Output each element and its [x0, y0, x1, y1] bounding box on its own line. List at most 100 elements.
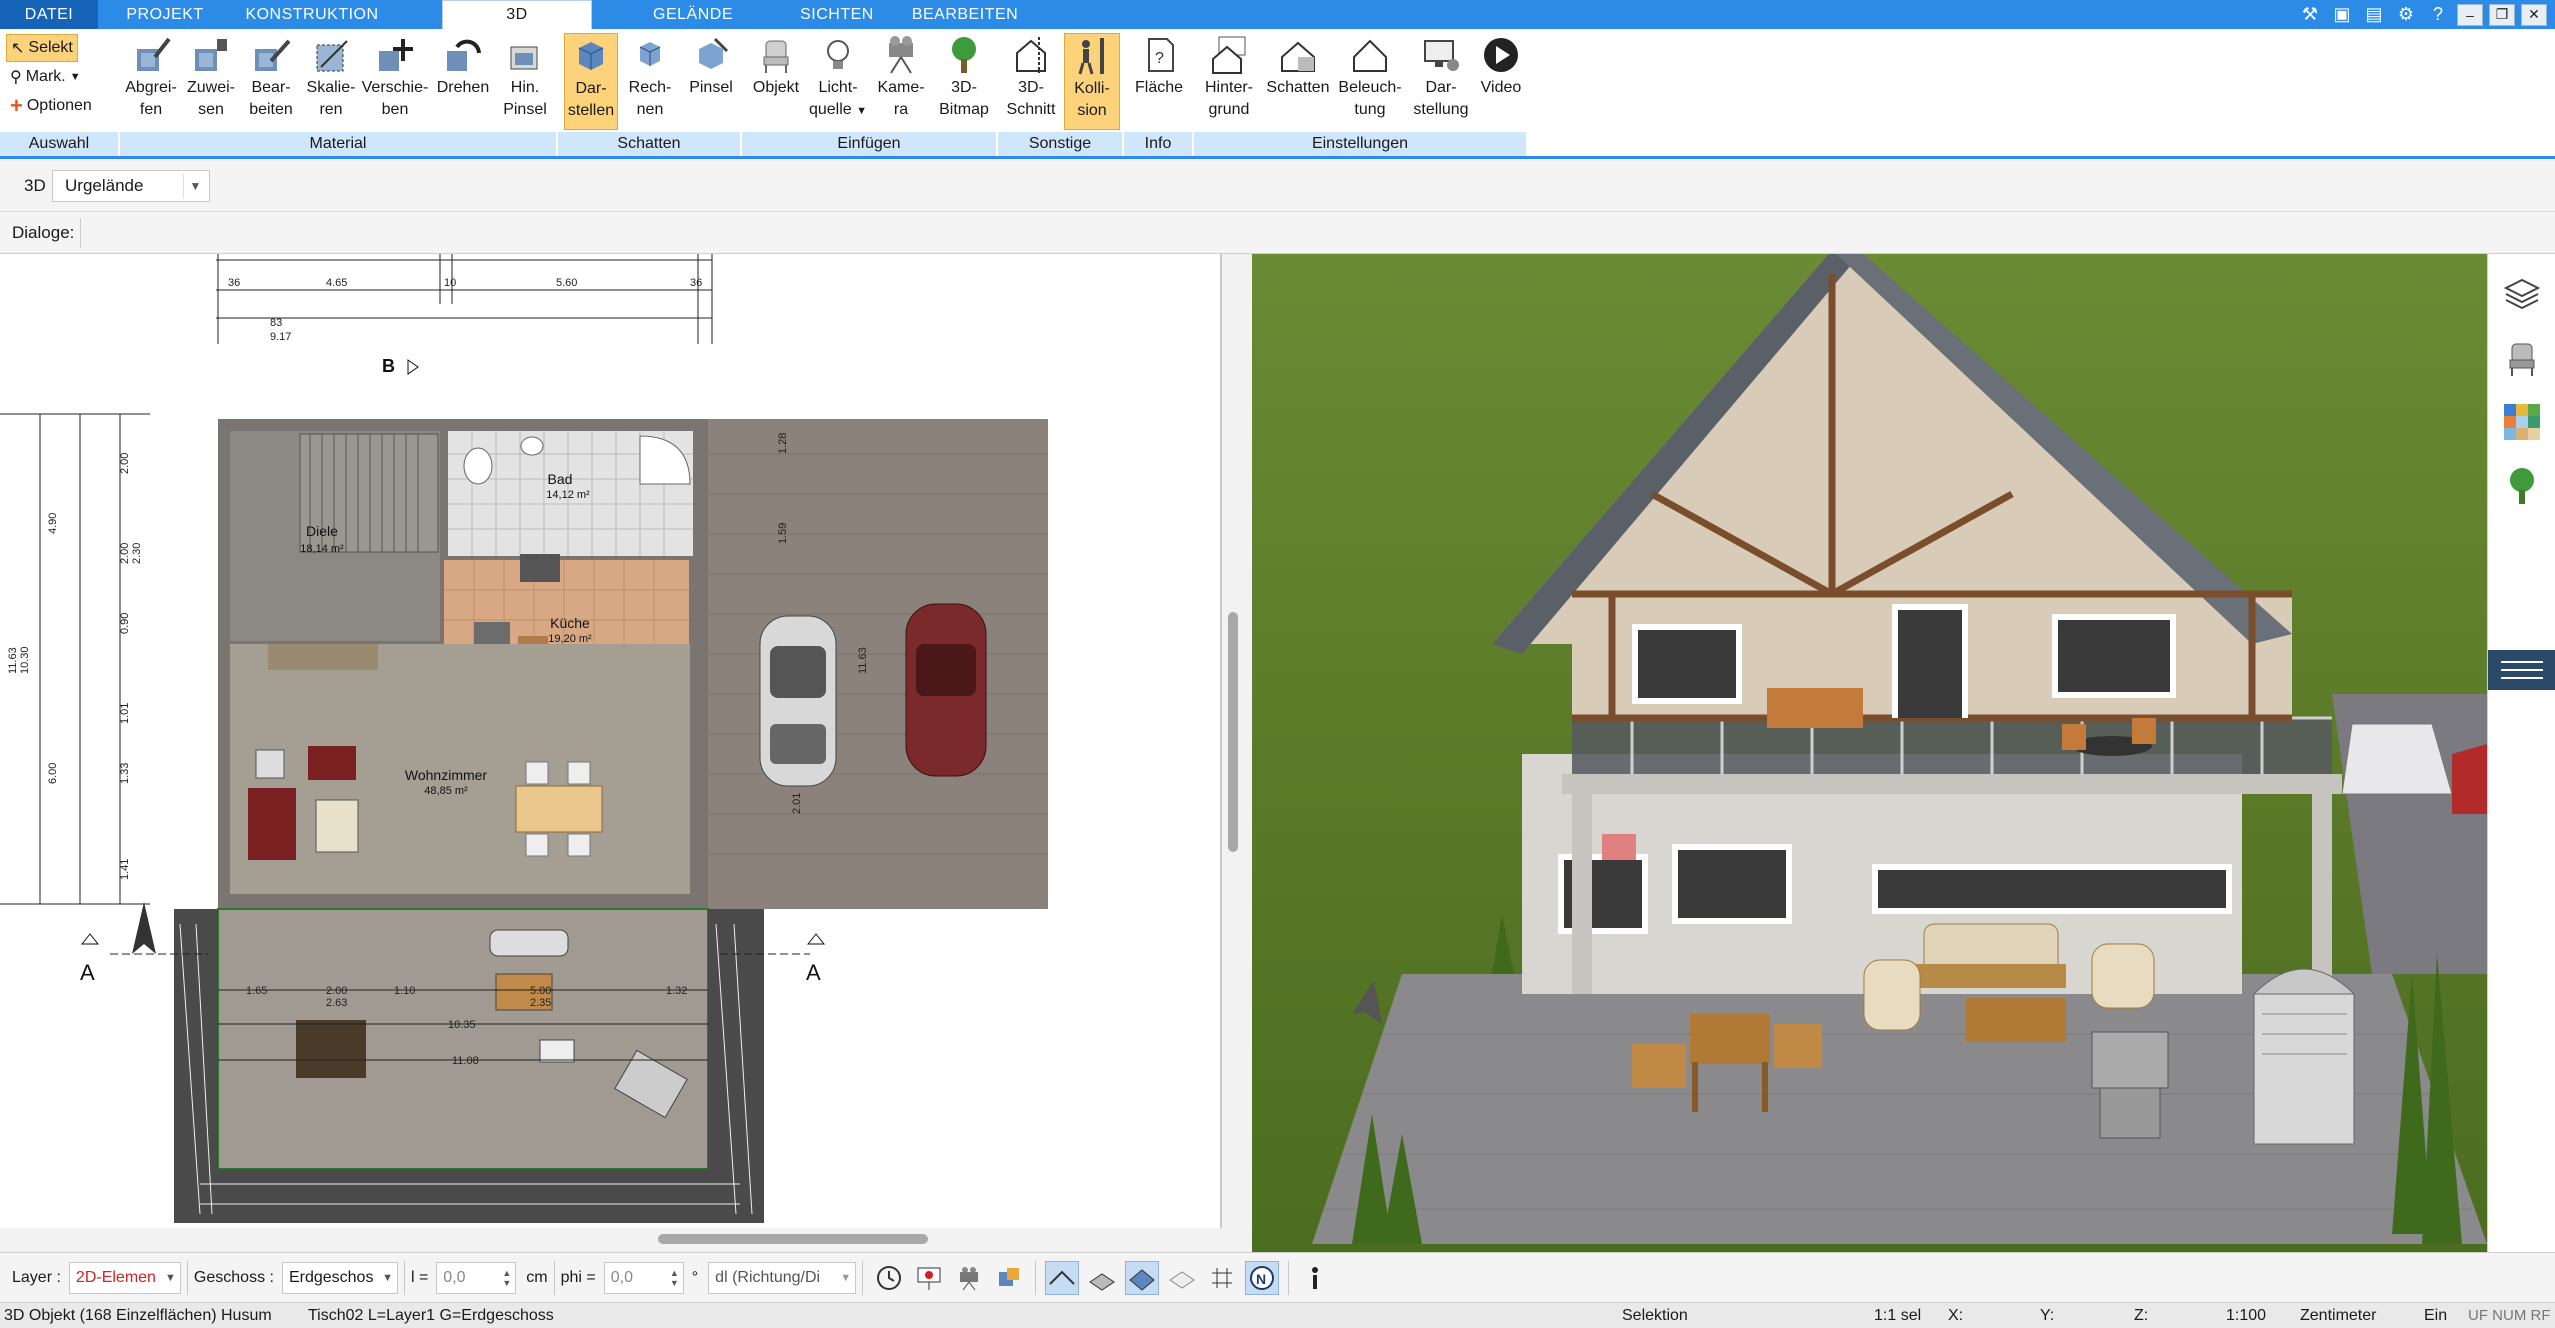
3d-schnitt-button[interactable]: 3D- Schnitt [1002, 33, 1060, 130]
spinner-icon[interactable]: ▲ ▼ [670, 1268, 679, 1288]
tree-catalog-icon[interactable] [2498, 462, 2546, 510]
tab-3d[interactable]: 3D [442, 0, 592, 29]
3d-bitmap-button[interactable]: 3D- Bitmap [934, 33, 994, 130]
restore-button[interactable]: ❐ [2489, 3, 2515, 26]
direction-select[interactable]: dl (Richtung/Di ▼ [708, 1261, 857, 1294]
darstellen-button[interactable]: Dar- stellen [564, 33, 618, 130]
view-mode-2-icon[interactable] [1085, 1261, 1119, 1295]
tab-bearbeiten[interactable]: BEARBEITEN [910, 0, 1020, 29]
group-material: Abgrei- fen Zuwei- sen Bear- beiten Skal… [120, 29, 558, 156]
group-caption-info: Info [1124, 132, 1194, 156]
clock-icon[interactable] [872, 1261, 906, 1295]
plus-icon: + [10, 93, 23, 118]
tab-konstruktion[interactable]: KONSTRUKTION [232, 0, 392, 29]
mark-button[interactable]: ⚲ Mark. ▼ [6, 63, 85, 91]
darstellung-button[interactable]: Dar- stellung [1406, 33, 1476, 130]
dim-drive-1163: 11.63 [857, 647, 869, 674]
window-icon-2[interactable]: ▤ [2361, 3, 2387, 27]
status-scale: 1:100 [2226, 1307, 2267, 1324]
dim-230: 2.30 [131, 543, 143, 564]
svg-text:N: N [1256, 1271, 1266, 1287]
view-mode-4-icon[interactable] [1165, 1261, 1199, 1295]
grid-icon[interactable] [1205, 1261, 1239, 1295]
svg-text:?: ? [1155, 50, 1164, 67]
north-icon[interactable]: N [1245, 1260, 1280, 1295]
drehen-button[interactable]: Drehen [432, 33, 494, 130]
chevron-down-icon[interactable]: ▼ [183, 174, 207, 198]
tab-sichten[interactable]: SICHTEN [788, 0, 886, 29]
schatten-einstellung-button[interactable]: Schatten [1262, 33, 1334, 130]
selekt-button[interactable]: ↖ Selekt [6, 34, 78, 62]
beleuchtung-button[interactable]: Beleuch- tung [1334, 33, 1406, 130]
dim-drive-159: 1.59 [777, 523, 789, 544]
optionen-button[interactable]: + Optionen [6, 92, 96, 120]
section-marker-a-right[interactable]: A [806, 933, 826, 985]
status-ein: Ein [2424, 1307, 2448, 1324]
monitor-settings-icon [1419, 33, 1463, 77]
group-info: ? Fläche Info [1124, 29, 1194, 156]
section-marker-b[interactable]: B [382, 356, 419, 376]
hintergrund-button[interactable]: Hinter- grund [1198, 33, 1260, 130]
dim-133: 1.33 [119, 763, 131, 784]
settings-icon[interactable]: ⚙ [2393, 3, 2419, 27]
minimize-button[interactable]: – [2457, 3, 2483, 26]
help-icon[interactable]: ? [2425, 3, 2451, 27]
length-input[interactable]: 0,0 ▲ ▼ [436, 1261, 517, 1294]
tab-projekt[interactable]: PROJEKT [98, 0, 232, 29]
view-toolbar: 3D Urgelände ▼ [0, 162, 2555, 212]
rechnen-button[interactable]: Rech- nen [622, 33, 678, 130]
flaeche-button[interactable]: ? Fläche [1128, 33, 1190, 130]
tab-gelaende[interactable]: GELÄNDE [638, 0, 748, 29]
phi-input[interactable]: 0,0 ▲ ▼ [603, 1261, 684, 1294]
status-flags: UF NUM RF [2468, 1307, 2551, 1324]
menu-tab-bar: DATEI PROJEKT KONSTRUKTION 3D GELÄNDE SI… [0, 0, 2555, 29]
geschoss-select[interactable]: Erdgeschos ▼ [281, 1261, 398, 1294]
view-mode-1-icon[interactable] [1045, 1260, 1080, 1295]
material-palette-icon[interactable] [2498, 398, 2546, 446]
view-mode-3-icon[interactable] [1125, 1260, 1160, 1295]
objekt-button[interactable]: Objekt [746, 33, 806, 130]
kollision-button[interactable]: Kolli- sion [1064, 33, 1120, 130]
room-area-kueche: 19,20 m² [548, 633, 592, 645]
tools-icon[interactable]: ⚒ [2297, 3, 2323, 27]
dim-terr-110: 1.10 [394, 985, 415, 997]
schatten-pinsel-button[interactable]: Pinsel [682, 33, 740, 130]
menu-hamburger-icon[interactable] [2488, 650, 2555, 690]
right-tool-strip [2487, 254, 2555, 1252]
plan-horizontal-scrollbar[interactable] [0, 1228, 1252, 1252]
terrain-combo[interactable]: Urgelände ▼ [52, 170, 210, 202]
verschieben-button[interactable]: Verschie- ben [360, 33, 430, 130]
mark-icon: ⚲ [10, 69, 22, 86]
floor-plan-view[interactable]: 36 4.65 10 5.60 36 83 9.17 10.30 11.63 4… [0, 254, 1222, 1236]
dim-465: 4.65 [326, 277, 347, 289]
hin-pinsel-button[interactable]: Hin. Pinsel [496, 33, 554, 130]
spinner-icon[interactable]: ▲ ▼ [502, 1268, 511, 1288]
section-marker-a-left[interactable]: A [80, 933, 100, 985]
3d-view[interactable] [1252, 254, 2487, 1252]
north-arrow-icon [132, 902, 156, 954]
chair-catalog-icon[interactable] [2498, 334, 2546, 382]
lichtquelle-button[interactable]: Licht- quelle ▼ [808, 33, 868, 130]
plan-horizontal-scroll-thumb[interactable] [658, 1234, 928, 1244]
window-icon-1[interactable]: ▣ [2329, 3, 2355, 27]
svg-text:B: B [382, 356, 395, 376]
video-button[interactable]: Video [1476, 33, 1526, 130]
presentation-icon[interactable] [912, 1261, 946, 1295]
kamera-button[interactable]: Kame- ra [872, 33, 930, 130]
info-marker-icon[interactable] [1298, 1261, 1332, 1295]
group-caption-einfuegen: Einfügen [742, 132, 998, 156]
chevron-down-icon: ▼ [856, 105, 868, 117]
tab-datei[interactable]: DATEI [0, 0, 98, 29]
objects-icon[interactable] [992, 1261, 1026, 1295]
bearbeiten-button[interactable]: Bear- beiten [242, 33, 300, 130]
camera-path-icon[interactable] [952, 1261, 986, 1295]
close-button[interactable]: ✕ [2521, 3, 2547, 26]
plan-vertical-scroll-thumb[interactable] [1228, 612, 1238, 852]
brush-icon [503, 33, 547, 77]
layers-icon[interactable] [2498, 270, 2546, 318]
skalieren-button[interactable]: Skalie- ren [302, 33, 360, 130]
status-info: Tisch02 L=Layer1 G=Erdgeschoss [308, 1307, 554, 1324]
abgreifen-button[interactable]: Abgrei- fen [122, 33, 180, 130]
zuweisen-button[interactable]: Zuwei- sen [182, 33, 240, 130]
layer-select[interactable]: 2D-Elemen ▼ [68, 1261, 181, 1294]
